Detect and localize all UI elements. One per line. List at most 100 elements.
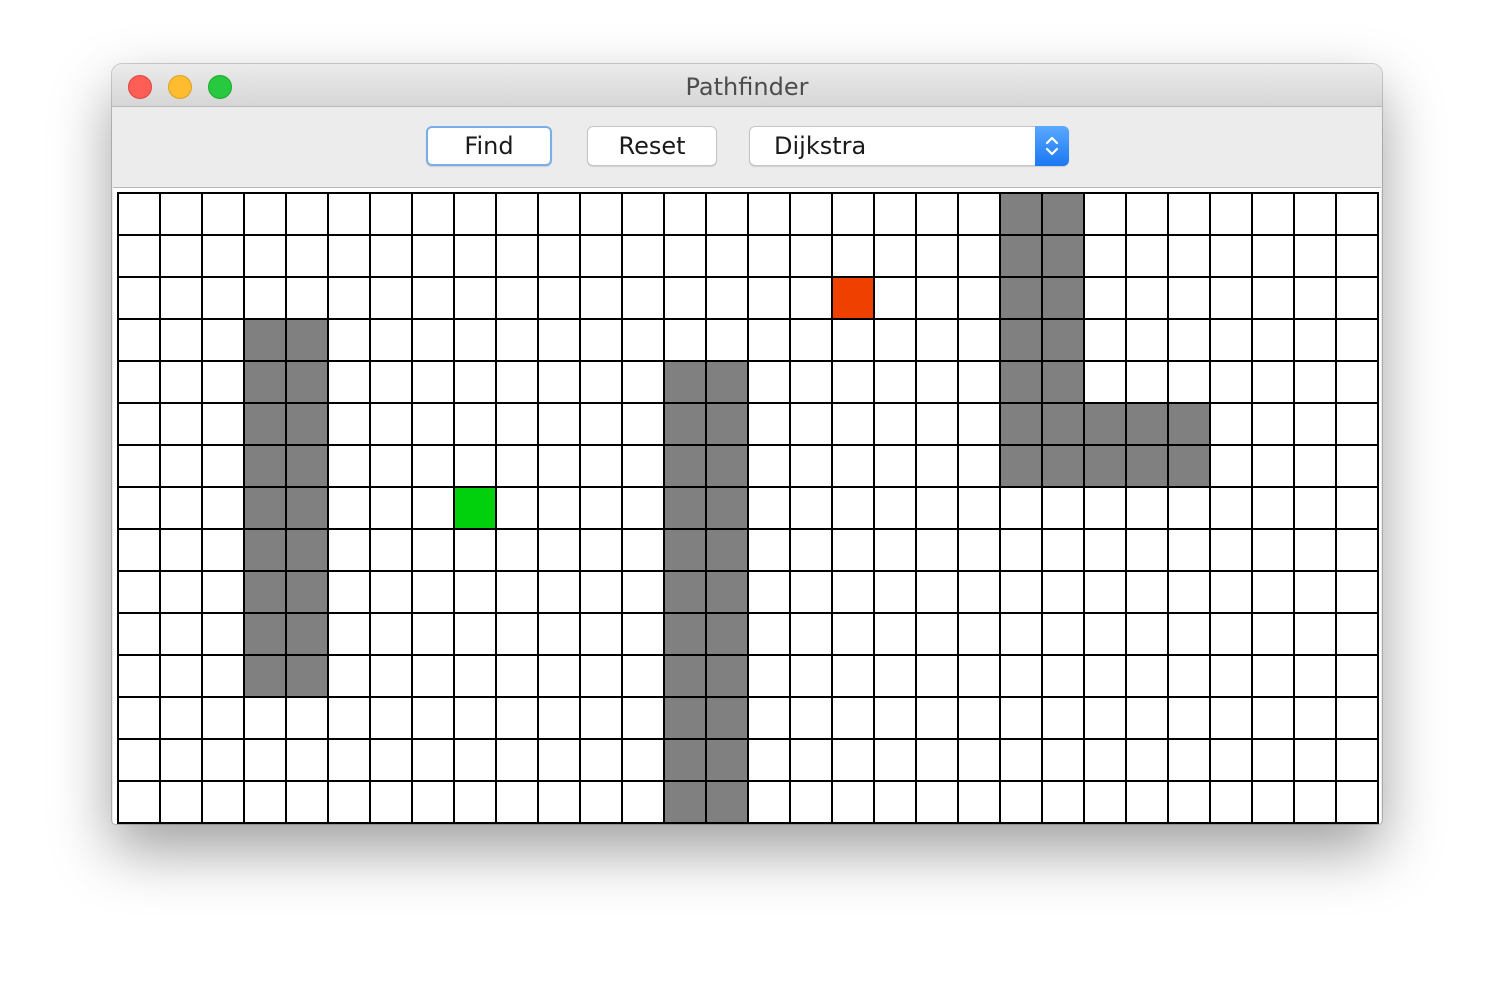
grid-cell[interactable] bbox=[999, 486, 1043, 530]
grid-cell[interactable] bbox=[915, 654, 959, 698]
grid-cell[interactable] bbox=[579, 276, 623, 320]
grid-cell[interactable] bbox=[831, 696, 875, 740]
grid-cell[interactable] bbox=[1125, 234, 1169, 278]
grid-cell[interactable] bbox=[117, 654, 161, 698]
grid-cell[interactable] bbox=[789, 654, 833, 698]
grid-cell[interactable] bbox=[957, 402, 1001, 446]
grid-cell[interactable] bbox=[201, 696, 245, 740]
grid-cell[interactable] bbox=[159, 192, 203, 236]
grid-cell[interactable] bbox=[705, 276, 749, 320]
grid-cell[interactable] bbox=[159, 234, 203, 278]
wall-cell[interactable] bbox=[663, 486, 707, 530]
wall-cell[interactable] bbox=[999, 444, 1043, 488]
grid-cell[interactable] bbox=[831, 570, 875, 614]
grid-cell[interactable] bbox=[327, 402, 371, 446]
wall-cell[interactable] bbox=[243, 528, 287, 572]
grid-cell[interactable] bbox=[495, 234, 539, 278]
grid-cell[interactable] bbox=[579, 402, 623, 446]
grid-cell[interactable] bbox=[957, 486, 1001, 530]
grid-cell[interactable] bbox=[411, 276, 455, 320]
grid-cell[interactable] bbox=[1293, 570, 1337, 614]
grid-cell[interactable] bbox=[579, 696, 623, 740]
grid-cell[interactable] bbox=[369, 486, 413, 530]
chevron-up-down-icon[interactable] bbox=[1035, 126, 1069, 166]
grid-cell[interactable] bbox=[1293, 234, 1337, 278]
grid-cell[interactable] bbox=[831, 444, 875, 488]
grid-cell[interactable] bbox=[1293, 738, 1337, 782]
grid-cell[interactable] bbox=[705, 234, 749, 278]
grid-cell[interactable] bbox=[411, 486, 455, 530]
grid-cell[interactable] bbox=[915, 444, 959, 488]
wall-cell[interactable] bbox=[1167, 402, 1211, 446]
wall-cell[interactable] bbox=[663, 570, 707, 614]
grid-cell[interactable] bbox=[285, 192, 329, 236]
grid-cell[interactable] bbox=[537, 276, 581, 320]
grid-cell[interactable] bbox=[453, 402, 497, 446]
wall-cell[interactable] bbox=[243, 360, 287, 404]
grid-cell[interactable] bbox=[621, 402, 665, 446]
grid-cell[interactable] bbox=[327, 360, 371, 404]
grid-cell[interactable] bbox=[579, 234, 623, 278]
grid-cell[interactable] bbox=[1167, 486, 1211, 530]
grid-cell[interactable] bbox=[327, 612, 371, 656]
grid-cell[interactable] bbox=[957, 318, 1001, 362]
grid-cell[interactable] bbox=[117, 612, 161, 656]
grid-cell[interactable] bbox=[915, 360, 959, 404]
grid-cell[interactable] bbox=[1293, 360, 1337, 404]
grid-cell[interactable] bbox=[453, 738, 497, 782]
grid-cell[interactable] bbox=[1167, 570, 1211, 614]
wall-cell[interactable] bbox=[285, 654, 329, 698]
grid-cell[interactable] bbox=[369, 318, 413, 362]
grid-cell[interactable] bbox=[1041, 738, 1085, 782]
grid-cell[interactable] bbox=[1293, 612, 1337, 656]
grid-cell[interactable] bbox=[621, 780, 665, 824]
grid-cell[interactable] bbox=[957, 654, 1001, 698]
grid-cell[interactable] bbox=[831, 402, 875, 446]
grid-cell[interactable] bbox=[999, 612, 1043, 656]
grid-cell[interactable] bbox=[1251, 360, 1295, 404]
grid-cell[interactable] bbox=[201, 360, 245, 404]
grid-cell[interactable] bbox=[159, 360, 203, 404]
grid-cell[interactable] bbox=[537, 402, 581, 446]
grid-cell[interactable] bbox=[411, 444, 455, 488]
grid-cell[interactable] bbox=[327, 696, 371, 740]
grid-cell[interactable] bbox=[1041, 570, 1085, 614]
grid-cell[interactable] bbox=[1251, 192, 1295, 236]
grid-cell[interactable] bbox=[1125, 780, 1169, 824]
grid-cell[interactable] bbox=[453, 696, 497, 740]
wall-cell[interactable] bbox=[663, 444, 707, 488]
grid-cell[interactable] bbox=[789, 402, 833, 446]
grid-cell[interactable] bbox=[621, 654, 665, 698]
grid-cell[interactable] bbox=[327, 738, 371, 782]
grid-cell[interactable] bbox=[411, 696, 455, 740]
grid-cell[interactable] bbox=[537, 318, 581, 362]
grid-cell[interactable] bbox=[873, 318, 917, 362]
grid-cell[interactable] bbox=[747, 234, 791, 278]
grid-cell[interactable] bbox=[789, 528, 833, 572]
grid-cell[interactable] bbox=[1335, 612, 1379, 656]
grid-cell[interactable] bbox=[831, 654, 875, 698]
grid-cell[interactable] bbox=[117, 234, 161, 278]
wall-cell[interactable] bbox=[705, 360, 749, 404]
grid-cell[interactable] bbox=[663, 234, 707, 278]
grid-cell[interactable] bbox=[159, 276, 203, 320]
grid-cell[interactable] bbox=[327, 444, 371, 488]
grid-cell[interactable] bbox=[117, 402, 161, 446]
grid-cell[interactable] bbox=[579, 570, 623, 614]
grid-cell[interactable] bbox=[789, 570, 833, 614]
grid-cell[interactable] bbox=[453, 234, 497, 278]
grid-cell[interactable] bbox=[1083, 696, 1127, 740]
grid-cell[interactable] bbox=[957, 528, 1001, 572]
grid-cell[interactable] bbox=[201, 318, 245, 362]
grid-cell[interactable] bbox=[1083, 234, 1127, 278]
grid-cell[interactable] bbox=[915, 612, 959, 656]
grid-cell[interactable] bbox=[1335, 570, 1379, 614]
grid-cell[interactable] bbox=[1335, 360, 1379, 404]
wall-cell[interactable] bbox=[1041, 318, 1085, 362]
wall-cell[interactable] bbox=[285, 318, 329, 362]
wall-cell[interactable] bbox=[663, 612, 707, 656]
grid-cell[interactable] bbox=[789, 738, 833, 782]
grid-cell[interactable] bbox=[243, 738, 287, 782]
wall-cell[interactable] bbox=[663, 528, 707, 572]
grid-cell[interactable] bbox=[1335, 234, 1379, 278]
